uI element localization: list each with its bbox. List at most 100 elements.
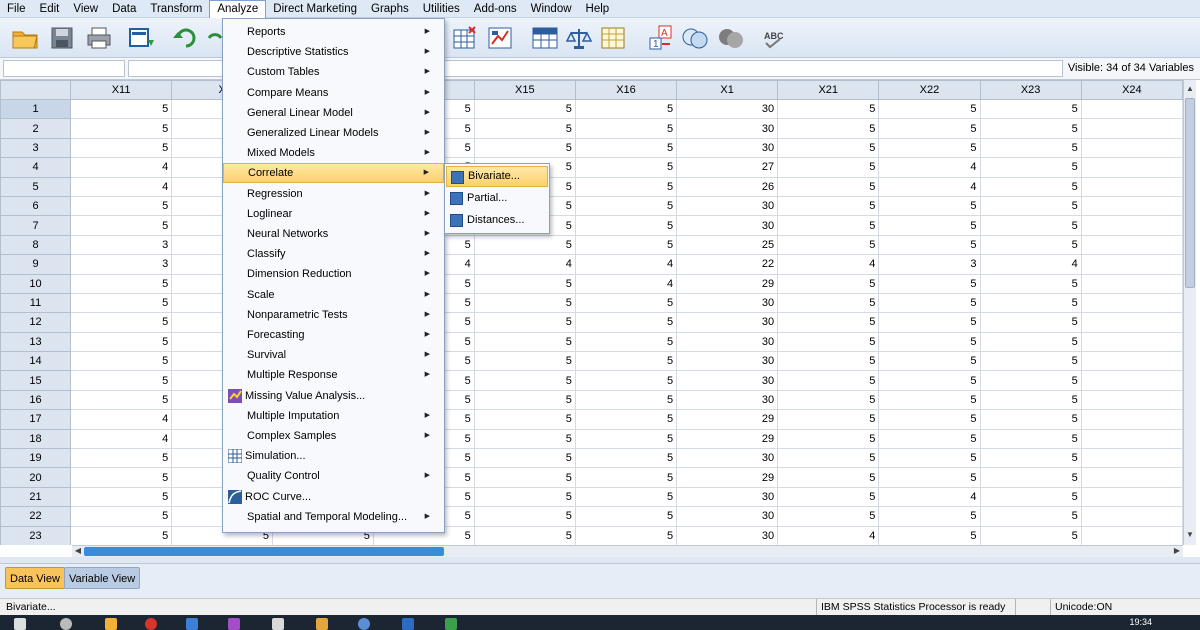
data-cell[interactable]: 5 <box>878 215 981 236</box>
row-header[interactable]: 4 <box>0 157 72 178</box>
data-cell[interactable]: 5 <box>777 157 880 178</box>
data-cell[interactable] <box>1081 138 1183 159</box>
data-cell[interactable]: 5 <box>878 526 981 545</box>
data-cell[interactable]: 5 <box>474 312 576 333</box>
data-cell[interactable]: 30 <box>676 118 779 139</box>
data-cell[interactable] <box>1081 196 1183 217</box>
data-cell[interactable]: 5 <box>878 370 981 391</box>
data-cell[interactable]: 27 <box>676 157 779 178</box>
data-cell[interactable]: 30 <box>676 370 779 391</box>
data-cell[interactable]: 5 <box>980 526 1082 545</box>
data-cell[interactable]: 5 <box>878 506 981 527</box>
data-cell[interactable]: 4 <box>70 409 173 430</box>
data-cell[interactable]: 4 <box>474 254 576 275</box>
row-header[interactable]: 21 <box>0 486 72 508</box>
data-cell[interactable]: 5 <box>777 215 880 236</box>
data-cell[interactable]: 5 <box>878 409 981 430</box>
data-cell[interactable]: 5 <box>777 487 880 508</box>
data-cell[interactable]: 5 <box>980 467 1082 488</box>
data-cell[interactable]: 5 <box>474 448 576 469</box>
menu-item-multiple-response[interactable]: Multiple Response ▶ <box>223 365 444 385</box>
row-header[interactable]: 8 <box>0 234 72 256</box>
menu-item-general-linear-model[interactable]: General Linear Model ▶ <box>223 103 444 123</box>
data-cell[interactable]: 5 <box>777 99 880 120</box>
data-cell[interactable]: 4 <box>70 429 173 450</box>
horizontal-scrollbar[interactable]: ◀ ▶ <box>72 545 1183 557</box>
menu-item-survival[interactable]: Survival ▶ <box>223 345 444 365</box>
data-cell[interactable]: 5 <box>878 99 981 120</box>
data-cell[interactable]: 5 <box>70 526 173 545</box>
menu-window[interactable]: Window <box>524 0 579 18</box>
data-cell[interactable]: 5 <box>980 99 1082 120</box>
data-cell[interactable]: 5 <box>575 215 678 236</box>
data-cell[interactable]: 5 <box>878 274 981 294</box>
menu-transform[interactable]: Transform <box>143 0 209 18</box>
row-header[interactable]: 12 <box>0 312 72 333</box>
column-header[interactable]: X24 <box>1080 80 1183 100</box>
data-cell[interactable]: 5 <box>474 506 576 527</box>
data-cell[interactable]: 5 <box>575 487 678 508</box>
data-cell[interactable]: 4 <box>575 254 678 275</box>
data-cell[interactable]: 5 <box>878 196 981 217</box>
data-cell[interactable]: 5 <box>70 467 173 488</box>
show-all-variables-icon[interactable] <box>680 23 710 53</box>
data-cell[interactable] <box>1081 448 1183 469</box>
use-variable-sets-icon[interactable]: A1 <box>646 23 676 53</box>
row-header[interactable]: 15 <box>0 370 72 391</box>
data-cell[interactable]: 5 <box>980 332 1082 353</box>
data-cell[interactable]: 5 <box>777 332 880 353</box>
menu-direct-marketing[interactable]: Direct Marketing <box>266 0 364 18</box>
data-cell[interactable]: 5 <box>70 274 173 294</box>
search-icon[interactable] <box>60 618 72 630</box>
data-cell[interactable]: 5 <box>777 429 880 450</box>
row-header[interactable]: 3 <box>0 137 72 159</box>
tab-variable-view[interactable]: Variable View <box>64 567 141 589</box>
data-cell[interactable]: 5 <box>980 157 1082 178</box>
data-cell[interactable]: 5 <box>70 138 173 159</box>
app-icon[interactable] <box>228 618 240 630</box>
data-cell[interactable]: 5 <box>70 293 173 314</box>
row-header[interactable]: 7 <box>0 215 72 236</box>
data-cell[interactable] <box>1081 274 1183 294</box>
data-cell[interactable]: 26 <box>676 177 779 197</box>
data-cell[interactable] <box>1081 487 1183 508</box>
data-cell[interactable]: 5 <box>777 274 880 294</box>
data-cell[interactable]: 5 <box>980 274 1082 294</box>
data-cell[interactable] <box>1081 99 1183 120</box>
data-cell[interactable]: 5 <box>474 370 576 391</box>
data-cell[interactable]: 5 <box>474 99 576 120</box>
data-cell[interactable]: 5 <box>474 332 576 353</box>
data-cell[interactable]: 5 <box>980 506 1082 527</box>
data-cell[interactable]: 5 <box>575 332 678 353</box>
insert-cases-icon[interactable] <box>450 23 480 53</box>
data-cell[interactable]: 5 <box>575 157 678 178</box>
data-cell[interactable]: 5 <box>980 138 1082 159</box>
select-cases-icon[interactable] <box>530 23 560 53</box>
menu-item-generalized-linear-models[interactable]: Generalized Linear Models ▶ <box>223 123 444 143</box>
data-cell[interactable]: 30 <box>676 293 779 314</box>
row-header[interactable]: 2 <box>0 118 72 139</box>
data-cell[interactable]: 30 <box>676 448 779 469</box>
column-header[interactable]: X16 <box>574 80 678 100</box>
data-cell[interactable]: 5 <box>575 351 678 372</box>
row-header[interactable]: 6 <box>0 195 72 217</box>
data-cell[interactable]: 5 <box>474 467 576 488</box>
data-cell[interactable]: 3 <box>70 235 173 256</box>
data-cell[interactable]: 5 <box>878 235 981 256</box>
menu-item-multiple-imputation[interactable]: Multiple Imputation ▶ <box>223 406 444 426</box>
data-cell[interactable]: 5 <box>474 409 576 430</box>
data-cell[interactable] <box>1081 409 1183 430</box>
cell-name-box[interactable] <box>3 60 125 77</box>
data-cell[interactable]: 5 <box>777 467 880 488</box>
menu-item-spatial-and-temporal-modeling[interactable]: Spatial and Temporal Modeling... ▶ <box>223 507 444 527</box>
data-cell[interactable]: 5 <box>878 390 981 411</box>
split-file-icon[interactable] <box>485 23 515 53</box>
data-cell[interactable]: 5 <box>878 448 981 469</box>
print-icon[interactable] <box>84 23 114 53</box>
data-cell[interactable]: 5 <box>980 293 1082 314</box>
scroll-up-icon[interactable]: ▲ <box>1184 82 1196 96</box>
data-cell[interactable]: 5 <box>575 409 678 430</box>
menu-item-roc-curve[interactable]: ROC Curve... <box>223 487 444 507</box>
menu-item-descriptive-statistics[interactable]: Descriptive Statistics ▶ <box>223 42 444 62</box>
data-cell[interactable]: 5 <box>980 215 1082 236</box>
